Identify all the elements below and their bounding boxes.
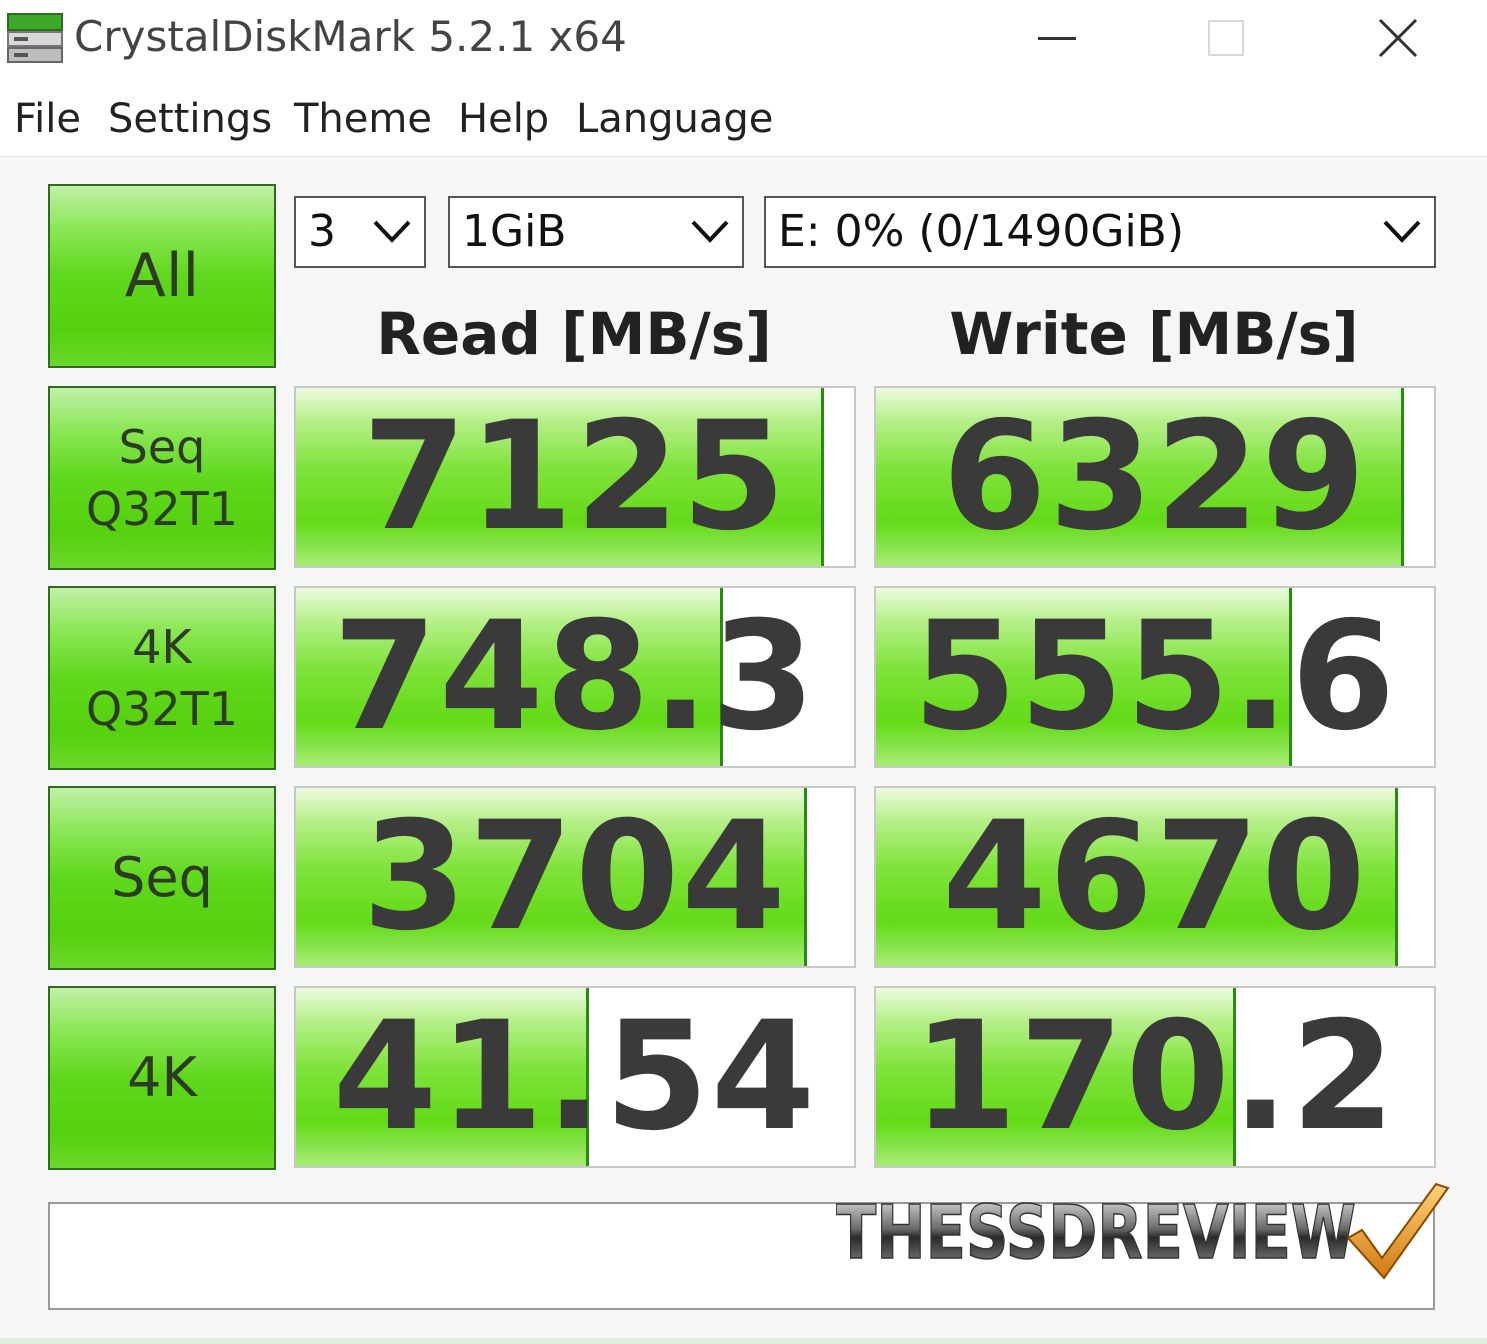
chevron-down-icon xyxy=(1383,220,1421,243)
count-select[interactable]: 3 xyxy=(294,196,426,268)
write-value: 170.2 xyxy=(912,990,1398,1164)
4k-button[interactable]: 4K xyxy=(48,986,276,1170)
drive-value: E: 0% (0/1490GiB) xyxy=(778,206,1185,257)
seq-q32t1-read: 7125 xyxy=(294,386,856,568)
close-icon[interactable] xyxy=(1346,0,1446,80)
all-button-label: All xyxy=(124,240,200,311)
seq-write: 4670 xyxy=(874,786,1436,968)
seq-button[interactable]: Seq xyxy=(48,786,276,970)
drive-select[interactable]: E: 0% (0/1490GiB) xyxy=(764,196,1436,268)
minimize-icon[interactable] xyxy=(1006,0,1106,80)
menu-bar: File Settings Theme Help Language xyxy=(0,80,1487,157)
title-bar: CrystalDiskMark 5.2.1 x64 xyxy=(0,0,1487,80)
logo-text: THESSDREVIEW xyxy=(836,1190,1356,1276)
read-value: 41.54 xyxy=(332,990,818,1164)
row-label-line1: Seq xyxy=(118,419,206,474)
read-header: Read [MB/s] xyxy=(376,300,772,368)
write-value: 555.6 xyxy=(912,590,1398,764)
write-value: 4670 xyxy=(942,790,1368,964)
all-button[interactable]: All xyxy=(48,184,276,368)
4k-q32t1-write: 555.6 xyxy=(874,586,1436,768)
row-label-line2: Q32T1 xyxy=(85,682,239,736)
seq-read: 3704 xyxy=(294,786,856,968)
menu-file[interactable]: File xyxy=(14,96,81,142)
menu-theme[interactable]: Theme xyxy=(294,96,432,142)
disk-icon xyxy=(7,13,63,63)
seq-q32t1-write: 6329 xyxy=(874,386,1436,568)
4k-q32t1-button[interactable]: 4K Q32T1 xyxy=(48,586,276,770)
maximize-icon[interactable] xyxy=(1176,0,1276,80)
menu-language[interactable]: Language xyxy=(576,96,773,142)
read-value: 3704 xyxy=(362,790,788,964)
chevron-down-icon xyxy=(373,220,411,243)
window-title: CrystalDiskMark 5.2.1 x64 xyxy=(74,12,627,61)
menu-help[interactable]: Help xyxy=(458,96,549,142)
row-label-line1: 4K xyxy=(127,1045,197,1109)
count-value: 3 xyxy=(308,206,336,257)
4k-write: 170.2 xyxy=(874,986,1436,1168)
row-label-line1: Seq xyxy=(111,845,213,909)
size-select[interactable]: 1GiB xyxy=(448,196,744,268)
write-value: 6329 xyxy=(942,390,1368,564)
row-label-line1: 4K xyxy=(132,619,192,674)
4k-q32t1-read: 748.3 xyxy=(294,586,856,768)
read-value: 7125 xyxy=(362,390,788,564)
read-value: 748.3 xyxy=(332,590,818,764)
thessdreview-logo: THESSDREVIEW xyxy=(836,1182,1450,1280)
seq-q32t1-button[interactable]: Seq Q32T1 xyxy=(48,386,276,570)
size-value: 1GiB xyxy=(462,206,567,257)
write-header: Write [MB/s] xyxy=(949,300,1359,368)
row-label-line2: Q32T1 xyxy=(85,482,239,536)
4k-read: 41.54 xyxy=(294,986,856,1168)
menu-settings[interactable]: Settings xyxy=(108,96,272,142)
chevron-down-icon xyxy=(691,220,729,243)
